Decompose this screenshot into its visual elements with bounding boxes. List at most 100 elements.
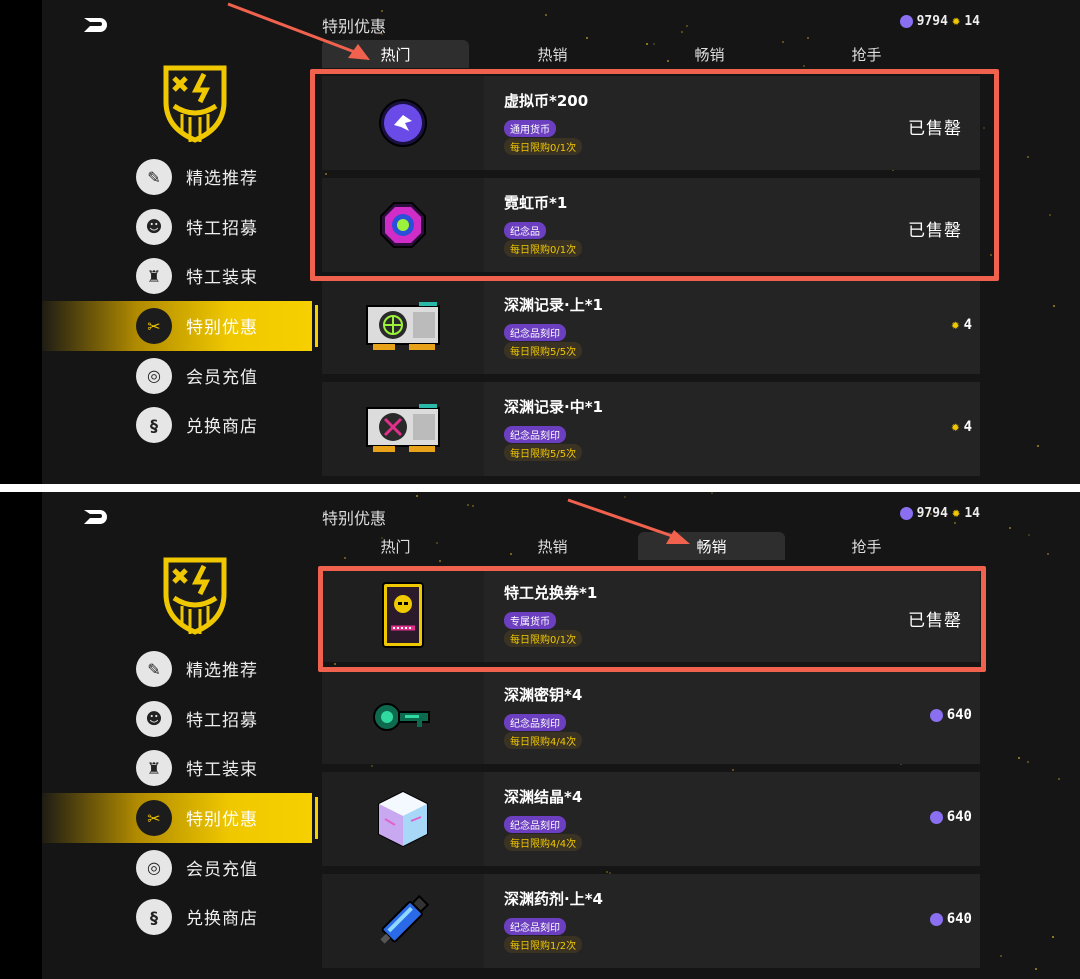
- list-item[interactable]: 深渊记录·上*1 纪念品刻印 每日限购5/5次 ✹ 4: [322, 280, 980, 374]
- sidebar-item-label: 特工装束: [186, 760, 258, 781]
- sidebar-item-membership[interactable]: ◎ 会员充值: [42, 351, 312, 401]
- list-item[interactable]: 虚拟币*200 通用货币 每日限购0/1次 已售罄: [322, 76, 980, 170]
- item-name: 虚拟币*200: [504, 92, 589, 110]
- page-title: 特别优惠: [322, 509, 387, 528]
- list-item[interactable]: 深渊药剂·上*4 纪念品刻印 每日限购1/2次 640: [322, 874, 980, 968]
- exchange-icon: §: [136, 899, 172, 936]
- star-speck: [681, 30, 684, 33]
- list-item[interactable]: 深渊结晶*4 纪念品刻印 每日限购4/4次 640: [322, 772, 980, 866]
- item-tag: 纪念品刻印: [504, 918, 566, 935]
- special-offer-icon: ✂: [136, 308, 172, 345]
- star-speck: [685, 24, 688, 27]
- recruit-icon: ☻: [136, 208, 172, 245]
- sidebar-item-exchange[interactable]: § 兑换商店: [42, 892, 312, 942]
- star-speck: [471, 504, 474, 507]
- special-offer-icon: ✂: [136, 800, 172, 837]
- star-speck: [1052, 304, 1055, 307]
- abyss-key-icon: [373, 703, 430, 731]
- coin-icon: [899, 15, 913, 28]
- star-speck: [1058, 777, 1061, 780]
- sidebar-item-label: 精选推荐: [186, 661, 258, 681]
- featured-icon: ✎: [136, 159, 172, 195]
- list-item[interactable]: 特工兑换券*1 专属货币 每日限购0/1次 已售罄: [322, 568, 980, 662]
- sidebar-item-recruit[interactable]: ☻ 特工招募: [42, 202, 312, 252]
- star-speck: [1035, 967, 1037, 970]
- item-name: 深渊药剂·上*4: [504, 890, 603, 908]
- coin-amount: 9794: [916, 14, 948, 29]
- tab-bar: 热门 热销 畅销 抢手: [322, 40, 980, 68]
- page-title: 特别优惠: [322, 17, 387, 36]
- item-tag: 纪念品刻印: [504, 816, 566, 833]
- shop-panel-bottom: ✎ 精选推荐 ☻ 特工招募 ♜ 特工装束 ✂ 特别优惠 ◎ 会员充值 § 兑换商…: [0, 492, 1080, 979]
- sidebar-item-exchange[interactable]: § 兑换商店: [42, 400, 312, 450]
- item-tag: 纪念品刻印: [504, 324, 566, 341]
- item-price[interactable]: 640: [929, 809, 972, 825]
- membership-icon: ◎: [136, 849, 172, 886]
- star-speck: [1047, 553, 1050, 556]
- price-value: 640: [946, 911, 972, 927]
- item-limit: 每日限购5/5次: [504, 342, 583, 359]
- gear-amount: 14: [964, 506, 980, 521]
- price-value: 640: [946, 707, 972, 723]
- abyss-potion-icon: [380, 894, 430, 944]
- sidebar-item-label: 会员充值: [186, 859, 258, 880]
- gear-token-icon: ✹: [951, 418, 960, 435]
- abyss-record-upper-icon: [366, 302, 440, 350]
- item-limit: 每日限购5/5次: [504, 444, 583, 461]
- agency-logo-icon: [163, 65, 227, 143]
- gear-token-icon: ✹: [951, 316, 960, 333]
- star-speck: [466, 503, 469, 506]
- sidebar-item-label: 兑换商店: [186, 417, 258, 438]
- exchange-icon: §: [136, 407, 172, 444]
- sidebar-item-featured[interactable]: ✎ 精选推荐: [42, 152, 312, 202]
- tab-hot[interactable]: 热门: [322, 40, 469, 68]
- sidebar-item-featured[interactable]: ✎ 精选推荐: [42, 644, 312, 694]
- sidebar-item-label: 兑换商店: [186, 909, 258, 930]
- item-name: 深渊记录·上*1: [504, 296, 603, 314]
- sidebar-item-membership[interactable]: ◎ 会员充值: [42, 843, 312, 893]
- sidebar-item-outfit[interactable]: ♜ 特工装束: [42, 743, 312, 793]
- tab-hot[interactable]: 热门: [322, 532, 469, 560]
- star-speck: [1026, 155, 1029, 158]
- tab-popular[interactable]: 抢手: [793, 40, 940, 68]
- tab-hot-sale[interactable]: 热销: [479, 40, 626, 68]
- list-item[interactable]: 深渊记录·中*1 纪念品刻印 每日限购5/5次 ✹ 4: [322, 382, 980, 476]
- star-speck: [623, 496, 626, 499]
- list-item[interactable]: 霓虹币*1 纪念品 每日限购0/1次 已售罄: [322, 178, 980, 272]
- sidebar-item-special-offer[interactable]: ✂ 特别优惠: [42, 793, 318, 843]
- back-icon[interactable]: [80, 506, 110, 528]
- list-item[interactable]: 深渊密钥*4 纪念品刻印 每日限购4/4次 640: [322, 670, 980, 764]
- sidebar-item-label: 特工装束: [186, 268, 258, 289]
- price-value: 4: [963, 317, 972, 333]
- item-name: 深渊密钥*4: [504, 686, 583, 704]
- tab-popular[interactable]: 抢手: [793, 532, 940, 560]
- neon-coin-icon: [380, 202, 426, 248]
- tab-best-seller[interactable]: 畅销: [636, 40, 783, 68]
- gear-amount: 14: [964, 14, 980, 29]
- sidebar-item-special-offer[interactable]: ✂ 特别优惠: [42, 301, 318, 351]
- sidebar-item-recruit[interactable]: ☻ 特工招募: [42, 694, 312, 744]
- tab-hot-sale[interactable]: 热销: [479, 532, 626, 560]
- sidebar-item-label: 特工招募: [186, 710, 258, 731]
- item-list: 特工兑换券*1 专属货币 每日限购0/1次 已售罄 深渊密钥*4 纪念品刻印 每…: [322, 568, 980, 976]
- sidebar: ✎ 精选推荐 ☻ 特工招募 ♜ 特工装束 ✂ 特别优惠 ◎ 会员充值 § 兑换商…: [42, 152, 318, 450]
- sidebar-item-outfit[interactable]: ♜ 特工装束: [42, 251, 312, 301]
- item-price[interactable]: ✹ 4: [951, 317, 972, 333]
- sidebar-item-label: 精选推荐: [186, 169, 258, 189]
- tab-best-seller[interactable]: 畅销: [638, 532, 785, 560]
- star-speck: [1036, 444, 1039, 447]
- item-limit: 每日限购0/1次: [504, 240, 583, 257]
- item-name: 深渊记录·中*1: [504, 398, 603, 416]
- item-price[interactable]: 640: [929, 911, 972, 927]
- back-icon[interactable]: [80, 14, 110, 36]
- sidebar: ✎ 精选推荐 ☻ 特工招募 ♜ 特工装束 ✂ 特别优惠 ◎ 会员充值 § 兑换商…: [42, 644, 318, 942]
- price-value: 640: [946, 809, 972, 825]
- coin-icon: [929, 810, 943, 824]
- price-value: 4: [963, 419, 972, 435]
- item-limit: 每日限购0/1次: [504, 138, 583, 155]
- star-speck: [380, 10, 383, 13]
- item-price[interactable]: 640: [929, 707, 972, 723]
- item-price[interactable]: ✹ 4: [951, 419, 972, 435]
- abyss-crystal-icon: [378, 790, 428, 848]
- featured-icon: ✎: [136, 651, 172, 687]
